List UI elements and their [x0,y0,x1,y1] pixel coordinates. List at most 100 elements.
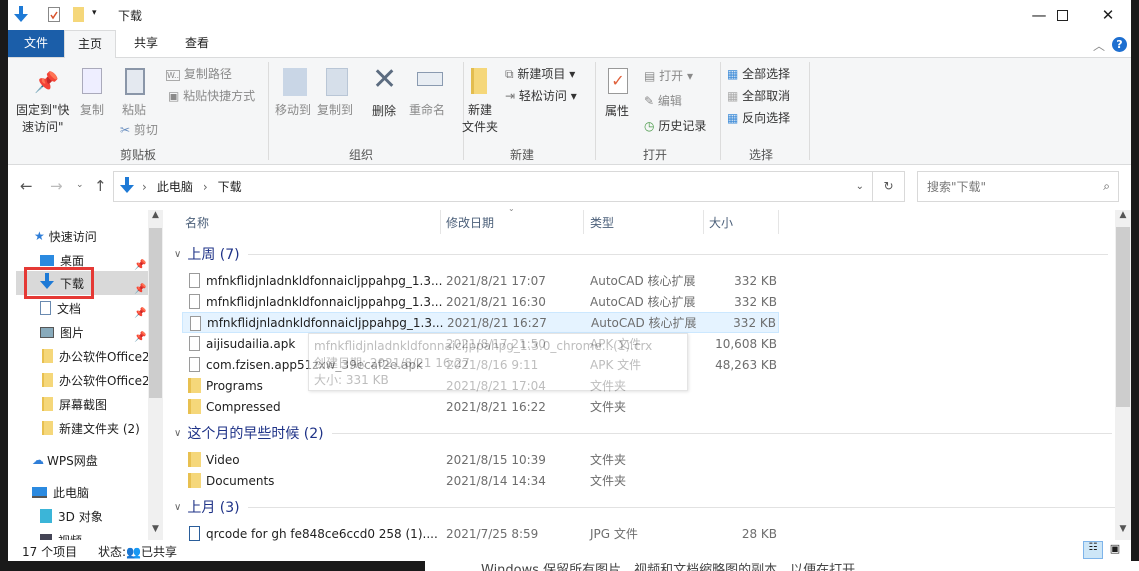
column-header-size[interactable]: 大小 [709,214,733,231]
group-header-earlier-this-month[interactable]: ∨ 这个月的早些时候 (2) [174,422,1112,444]
file-size: 10,608 KB [715,336,777,351]
tab-view[interactable]: 查看 [171,30,223,57]
scroll-down-icon[interactable]: ▼ [148,524,163,540]
copy-path-button[interactable]: W.. 复制路径 [166,65,232,82]
scroll-up-icon[interactable]: ▲ [148,210,163,226]
pin-icon[interactable]: 📌 [134,254,146,278]
copy-label: 复制 [80,103,105,117]
invert-selection-label: 反向选择 [742,111,791,125]
select-none-button[interactable]: ▦ 全部取消 [727,87,790,104]
scroll-down-icon[interactable]: ▼ [1115,524,1131,540]
file-list-scrollbar[interactable]: ▲ ▼ [1115,210,1131,540]
tooltip-size: 大小: 331 KB [314,373,389,387]
state-label: 状态: [98,545,127,559]
file-row[interactable]: mfnkflidjnladnkldfonnaicljppahpg_1.3... 2… [182,291,779,312]
file-row[interactable]: mfnkflidjnladnkldfonnaicljppahpg_1.3... 2… [182,270,779,291]
file-icon [189,273,200,288]
new-item-button[interactable]: ⧉ 新建项目 ▾ [505,65,575,82]
nav-label: 3D 对象 [58,509,103,524]
breadcrumb-downloads[interactable]: 下载 [218,178,242,195]
nav-item-this-pc[interactable]: 此电脑 [32,480,163,504]
nav-item-folder[interactable]: 屏幕截图 [42,392,163,416]
nav-item-3d-objects[interactable]: 3D 对象 [40,504,163,528]
select-all-button[interactable]: ▦ 全部选择 [727,65,790,82]
maximize-button[interactable] [1039,0,1085,30]
forward-button[interactable]: → [50,177,63,195]
recent-locations-button[interactable]: ⌄ [76,180,84,190]
close-button[interactable]: ✕ [1085,0,1131,30]
column-header-name[interactable]: 名称 [185,214,209,231]
paste-shortcut-button[interactable]: ▣ 粘贴快捷方式 [168,87,255,104]
file-tooltip: mfnkflidjnladnkldfonnaicljppahpg_1.3.0_c… [308,333,688,391]
pin-icon[interactable]: 📌 [134,278,146,302]
column-header-date[interactable]: 修改日期 [446,214,494,231]
address-bar[interactable]: › 此电脑 › 下载 ⌄ [113,171,873,202]
details-view-button[interactable]: ☷ [1083,541,1103,559]
properties-quick-icon[interactable] [48,7,60,22]
nav-item-folder[interactable]: 新建文件夹 (2) [42,416,163,440]
pin-icon: 📌 [34,70,59,94]
search-box[interactable]: 搜索"下载" ⌕ [917,171,1119,202]
new-folder-quick-icon[interactable] [73,7,84,22]
edit-button[interactable]: ✎ 编辑 [644,92,682,109]
folder-icon [188,452,201,467]
column-divider[interactable] [583,210,584,234]
invert-selection-button[interactable]: ▦ 反向选择 [727,109,790,126]
search-icon[interactable]: ⌕ [1103,179,1110,194]
nav-item-folder[interactable]: 办公软件Office2 [42,368,163,392]
group-header-last-week[interactable]: ∨ 上周 (7) [174,243,1108,265]
tab-share[interactable]: 共享 [120,30,172,57]
new-group-label: 新建 [510,148,535,162]
file-row[interactable]: Documents 2021/8/14 14:34 文件夹 [182,470,779,491]
address-dropdown-icon[interactable]: ⌄ [856,181,864,192]
copy-to-label: 复制到 [317,103,354,117]
scroll-up-icon[interactable]: ▲ [1115,210,1131,226]
file-size: 28 KB [741,526,777,541]
large-icons-view-button[interactable]: ▣ [1106,542,1124,558]
download-arrow-icon[interactable] [14,6,28,24]
open-button[interactable]: ▤ 打开 ▾ [644,67,693,84]
paste-shortcut-icon: ▣ [168,89,180,103]
nav-item-videos[interactable]: 视频 [40,528,163,540]
up-button[interactable]: ↑ [94,177,107,195]
scrollbar-thumb[interactable] [149,228,162,398]
help-icon[interactable]: ? [1112,37,1127,52]
file-explorer-window: ▾ 下载 — ✕ 文件 主页 共享 查看 ︿ ? 📌 固定到"快 速访问" 复制… [8,0,1131,561]
file-type: 文件夹 [590,400,627,414]
file-icon [189,294,200,309]
group-header-last-month[interactable]: ∨ 上月 (3) [174,496,1118,518]
move-to-label: 移动到 [275,103,312,117]
easy-access-button[interactable]: ⇥ 轻松访问 ▾ [505,87,577,104]
collapse-ribbon-icon[interactable]: ︿ [1093,37,1105,54]
customize-toolbar-icon[interactable]: ▾ [92,8,97,18]
column-header-type[interactable]: 类型 [590,214,614,231]
file-row[interactable]: Compressed 2021/8/21 16:22 文件夹 [182,396,779,417]
tab-file[interactable]: 文件 [8,30,64,57]
history-button[interactable]: ◷ 历史记录 [644,117,706,134]
folder-icon [471,68,487,94]
file-row[interactable]: Video 2021/8/15 10:39 文件夹 [182,449,779,470]
cut-button[interactable]: ✂ 剪切 [120,121,158,138]
nav-quick-access[interactable]: ★ 快速访问 [34,224,163,248]
organize-group-label: 组织 [349,148,374,162]
column-divider[interactable] [440,210,441,234]
search-input[interactable]: 搜索"下载" [927,178,986,195]
file-date: 2021/7/25 8:59 [446,526,539,541]
pin-icon[interactable]: 📌 [134,302,146,326]
scrollbar-thumb[interactable] [1116,227,1130,407]
nav-item-folder[interactable]: 办公软件Office2 [42,344,163,368]
file-row[interactable]: qrcode for gh fe848ce6ccd0 258 (1).... 20… [182,523,779,544]
column-divider[interactable] [778,210,779,234]
nav-scrollbar[interactable]: ▲ ▼ [148,210,163,540]
file-row[interactable]: mfnkflidjnladnkldfonnaicljppahpg_1.3... 2… [182,312,779,333]
file-date: 2021/8/21 17:07 [446,273,546,288]
breadcrumb-this-pc[interactable]: 此电脑 [157,178,193,195]
column-divider[interactable] [703,210,704,234]
group-divider [331,432,1112,434]
nav-item-wps-drive[interactable]: ☁ WPS网盘 [32,448,163,472]
back-button[interactable]: ← [20,177,33,195]
paste-label: 粘贴 [122,103,147,117]
tab-home[interactable]: 主页 [64,30,116,58]
refresh-button[interactable]: ↻ [873,171,905,202]
folder-icon [42,349,53,363]
